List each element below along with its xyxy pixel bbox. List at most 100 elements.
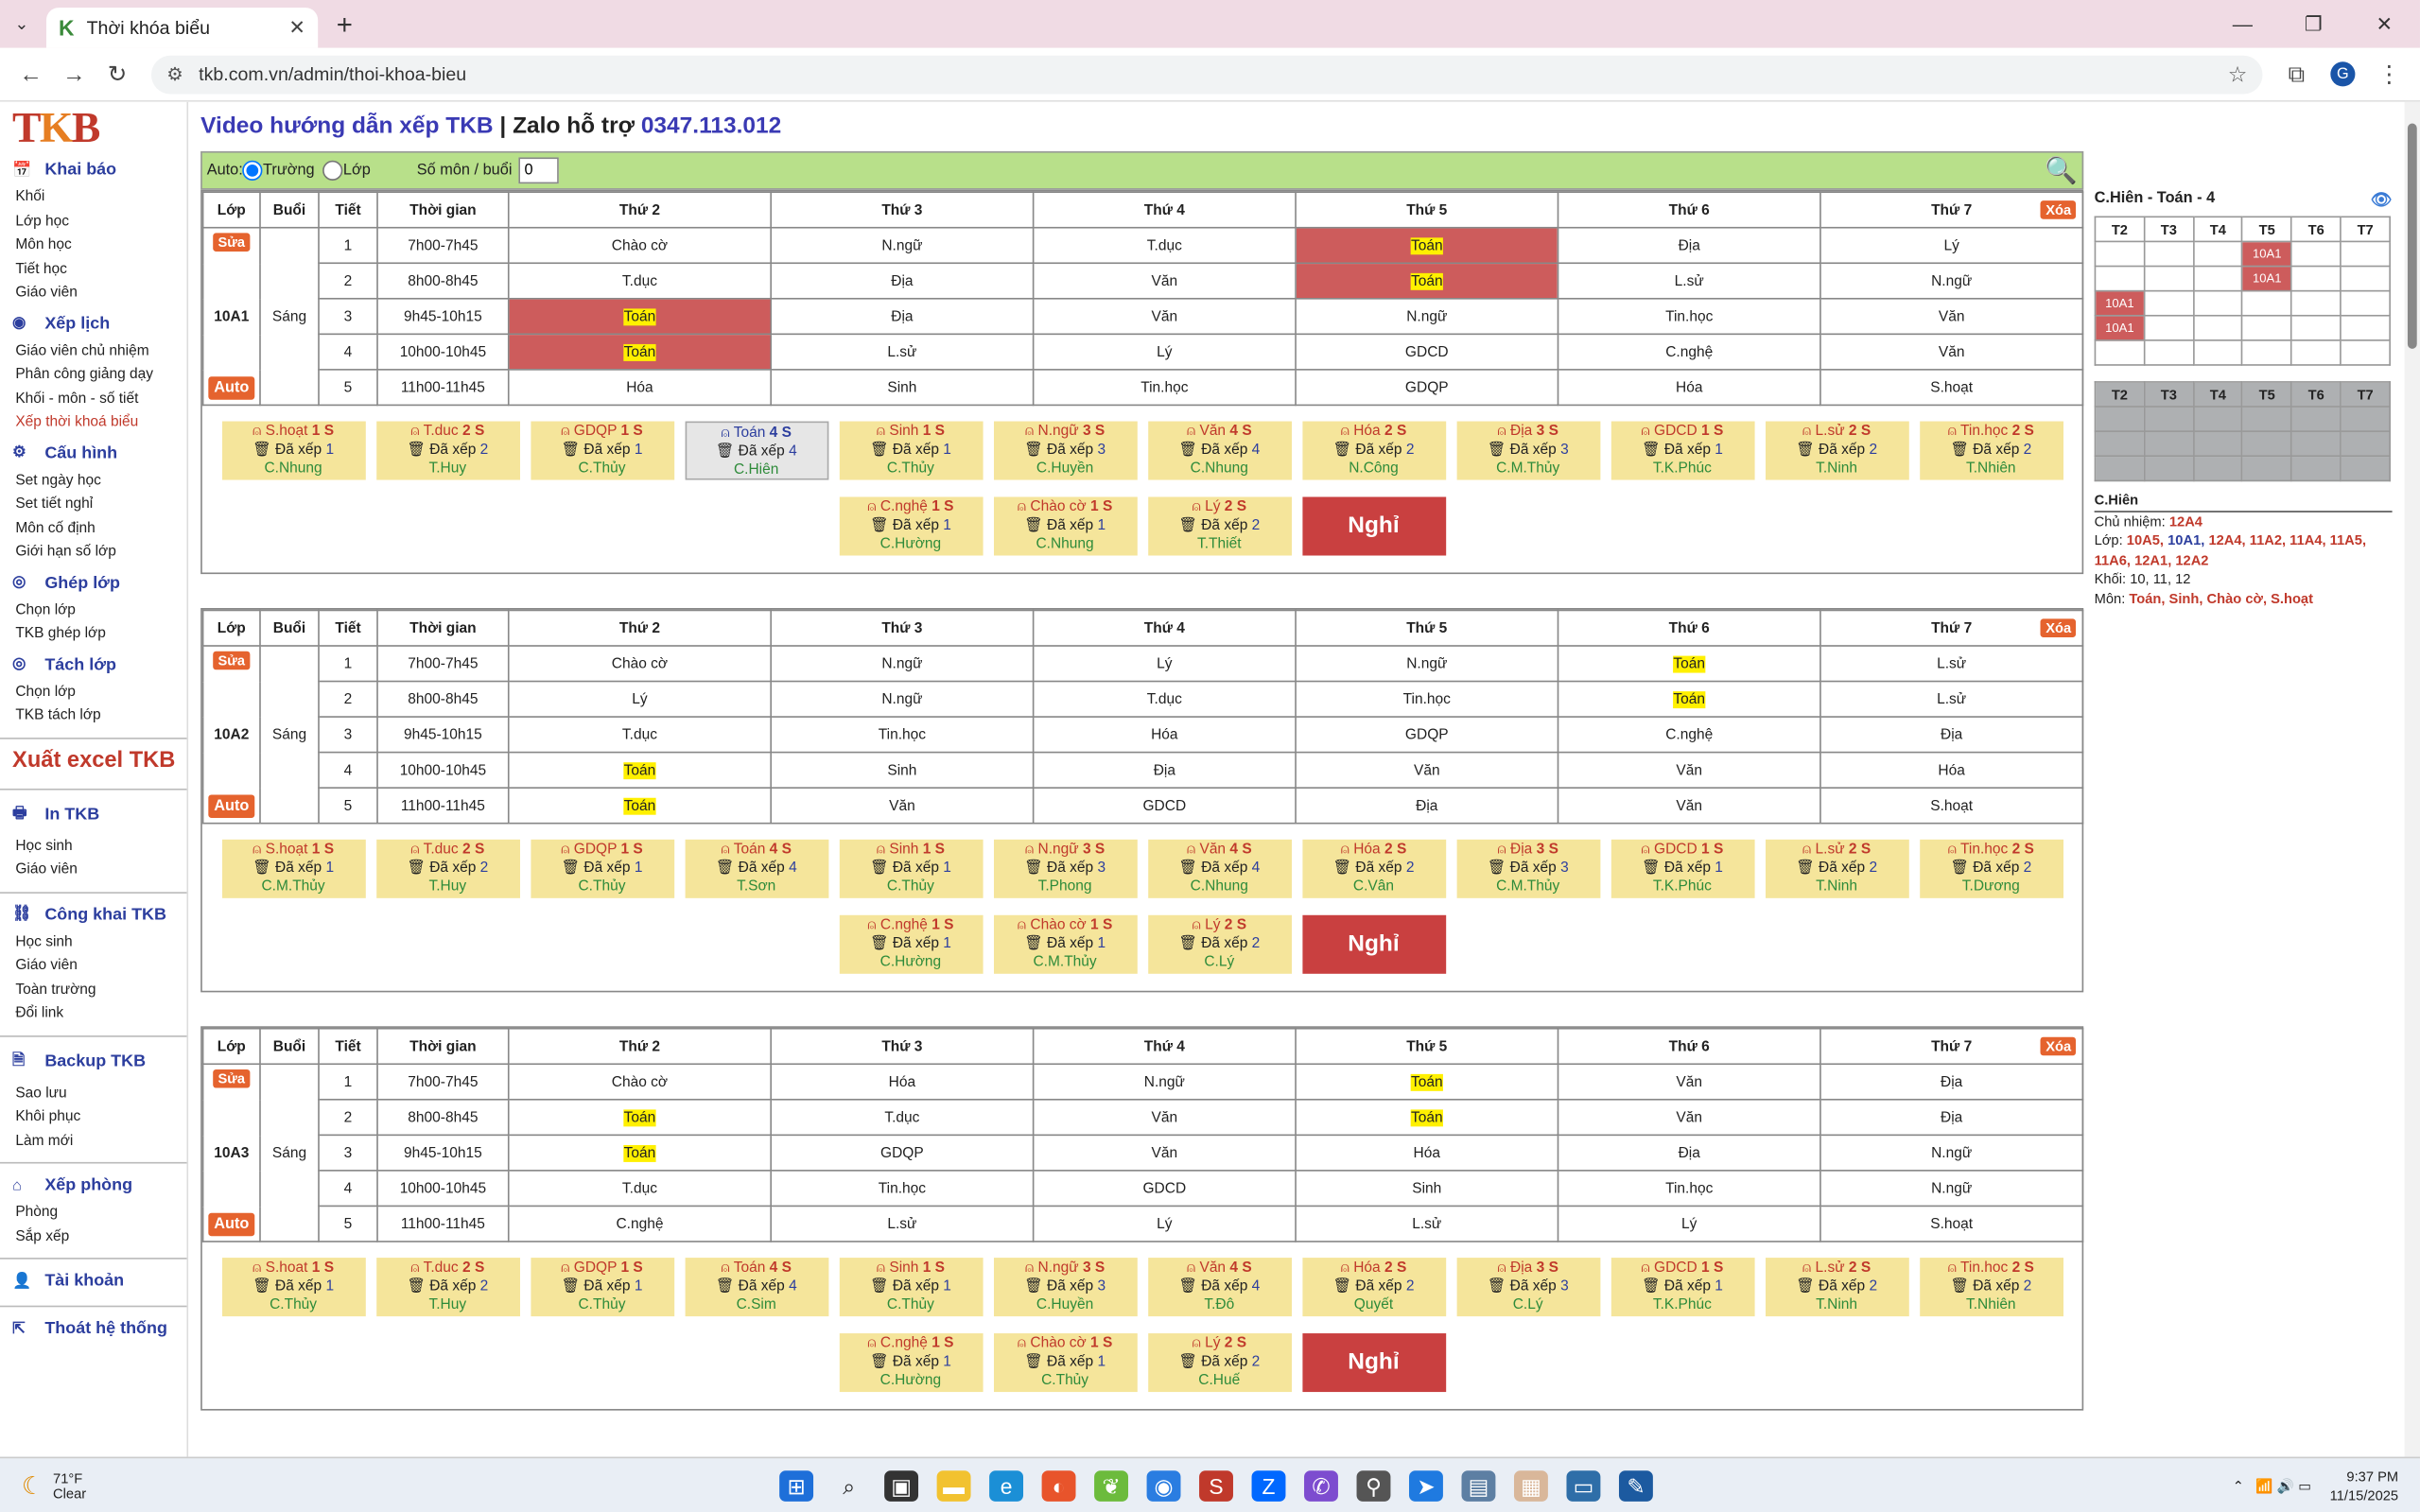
mini-cell[interactable] [2290,314,2342,341]
auto-button[interactable]: Auto [207,376,255,400]
mini-cell[interactable] [2094,339,2146,366]
subject-cell[interactable]: N.ngữ [1819,1170,2084,1208]
file-explorer-icon[interactable]: ▬ [936,1470,971,1502]
subject-cell[interactable]: Lý [1032,1205,1297,1243]
tray-chevron-icon[interactable]: ⌃ [2233,1478,2244,1495]
trash-icon[interactable]: 🗑 [1178,442,1197,459]
sidebar-item-xeplich-2[interactable]: Khối - môn - số tiết [0,387,186,410]
sidebar-item-congkhai-3[interactable]: Đổi link [0,1001,186,1025]
clock[interactable]: 9:37 PM 11/15/2025 [2330,1468,2398,1504]
subject-cell[interactable]: Lý [1557,1205,1821,1243]
trash-icon[interactable]: 🗑 [1796,860,1815,877]
subject-cell[interactable]: Tin.học [1032,369,1297,407]
delete-button[interactable]: Xóa [2041,618,2077,638]
edit-button[interactable]: Sửa [213,651,251,670]
mini-cell[interactable] [2192,406,2244,432]
subject-card[interactable]: ⍝ GDCD 1 S 🗑 Đã xếp 1 T.K.Phúc [1610,1258,1754,1317]
subject-cell[interactable]: Địa [1032,751,1297,789]
subject-cell[interactable]: Toán [507,297,772,336]
subject-cell[interactable]: GDQP [1295,369,1559,407]
subject-cell[interactable]: Văn [1557,1063,1821,1101]
trash-icon[interactable]: 🗑 [1796,442,1815,459]
page-scrollbar[interactable] [2404,101,2420,1457]
mini-cell[interactable] [2340,289,2391,317]
trash-icon[interactable]: 🗑 [1024,442,1043,459]
sidebar-section-gheplop[interactable]: ◎ Ghép lớp [0,564,186,598]
subject-cell[interactable]: Tin.học [1557,1170,1821,1208]
subject-card[interactable]: ⍝ Hóa 2 S 🗑 Đã xếp 2 C.Vân [1301,839,1446,898]
mini-cell[interactable] [2143,314,2195,341]
trash-icon[interactable]: 🗑 [870,442,889,459]
subject-cell[interactable]: N.ngữ [1295,645,1559,683]
app-leaf-icon[interactable]: ❦ [1094,1470,1128,1502]
delete-button[interactable]: Xóa [2041,200,2077,219]
edge-icon[interactable]: e [989,1470,1024,1502]
extensions-icon[interactable]: ⧉ [2275,61,2319,87]
mini-cell[interactable] [2094,406,2146,432]
subject-cell[interactable]: T.dục [507,1170,772,1208]
mini-cell[interactable] [2192,240,2244,268]
subject-cell[interactable]: N.ngữ [1819,1134,2084,1172]
sidebar-item-congkhai-2[interactable]: Toàn trường [0,978,186,1001]
sidebar-section-tachlop[interactable]: ◎ Tách lớp [0,646,186,680]
trash-icon[interactable]: 🗑 [716,860,735,877]
trash-icon[interactable]: 🗑 [407,1277,426,1295]
app-photo-icon[interactable]: ▦ [1513,1470,1548,1502]
back-icon[interactable]: ← [9,61,53,87]
subject-card[interactable]: ⍝ Văn 4 S 🗑 Đã xếp 4 T.Đô [1147,1258,1292,1317]
mini-cell[interactable] [2192,430,2244,458]
sidebar-item-xeplich-1[interactable]: Phân công giảng dạy [0,363,186,387]
subject-cell[interactable]: Văn [1032,1134,1297,1172]
subject-cell[interactable]: Toán [1295,1098,1559,1137]
mini-cell[interactable] [2094,430,2146,458]
sidebar-section-backup[interactable]: 🗎 Backup TKB [0,1039,186,1081]
subject-card[interactable]: ⍝ Địa 3 S 🗑 Đã xếp 3 C.Lý [1455,1258,1600,1317]
subject-cell[interactable]: C.nghệ [507,1205,772,1243]
subject-cell[interactable]: Địa [1819,716,2084,754]
mini-cell[interactable] [2143,339,2195,366]
subject-cell[interactable]: Lý [1819,226,2084,265]
subject-cell[interactable]: Văn [1032,297,1297,336]
subject-cell[interactable]: N.ngữ [1295,297,1559,336]
sidebar-section-xeplich[interactable]: ◉ Xếp lịch [0,304,186,339]
subject-cell[interactable]: Toán [1295,1063,1559,1101]
mini-cell[interactable]: 10A1 [2241,240,2293,268]
mini-cell[interactable] [2143,289,2195,317]
subject-card[interactable]: ⍝ Địa 3 S 🗑 Đã xếp 3 C.M.Thủy [1455,421,1600,480]
subject-card[interactable]: ⍝ GDCD 1 S 🗑 Đã xếp 1 T.K.Phúc [1610,839,1754,898]
subject-cell[interactable]: L.sử [770,1205,1035,1243]
trash-icon[interactable]: 🗑 [870,934,889,951]
sublime-icon[interactable]: S [1199,1470,1233,1502]
subject-cell[interactable]: Lý [1032,645,1297,683]
subject-cell[interactable]: Chào cờ [507,1063,772,1101]
subject-card[interactable]: ⍝ L.sử 2 S 🗑 Đã xếp 2 T.Ninh [1765,421,1908,480]
trash-icon[interactable]: 🗑 [1950,442,1969,459]
subject-card[interactable]: ⍝ Lý 2 S 🗑 Đã xếp 2 C.Lý [1147,913,1292,973]
subject-cell[interactable]: GDCD [1032,787,1297,825]
trash-icon[interactable]: 🗑 [1178,516,1197,533]
trash-icon[interactable]: 🗑 [252,860,271,877]
sidebar-item-khaibao-4[interactable]: Giáo viên [0,281,186,304]
mini-cell[interactable]: 10A1 [2094,314,2146,341]
zalo-icon[interactable]: Z [1251,1470,1286,1502]
subject-cell[interactable]: Hóa [1295,1134,1559,1172]
subject-card[interactable]: ⍝ Hóa 2 S 🗑 Đã xếp 2 N.Công [1301,421,1446,480]
trash-icon[interactable]: 🗑 [870,1352,889,1369]
sidebar-section-cauhinh[interactable]: ⚙ Cấu hình [0,434,186,468]
subject-cell[interactable]: C.nghệ [1557,716,1821,754]
subject-cell[interactable]: Tin.học [770,1170,1035,1208]
subject-card[interactable]: ⍝ Sinh 1 S 🗑 Đã xếp 1 C.Thủy [838,1258,983,1317]
subject-cell[interactable]: Địa [1819,1098,2084,1137]
subject-cell[interactable]: Tin.học [1557,297,1821,336]
trash-icon[interactable]: 🗑 [1950,860,1969,877]
app-tool-icon[interactable]: ✎ [1618,1470,1653,1502]
subject-cell[interactable]: S.hoạt [1819,787,2084,825]
app-screen-icon[interactable]: ▭ [1566,1470,1601,1502]
subject-card[interactable]: ⍝ L.sử 2 S 🗑 Đã xếp 2 T.Ninh [1765,839,1908,898]
trash-icon[interactable]: 🗑 [1024,934,1043,951]
browser-tab[interactable]: K Thời khóa biểu ✕ [45,8,319,48]
remote-desktop-icon[interactable]: ▤ [1461,1470,1496,1502]
radio-truong[interactable] [242,160,264,181]
subject-cell[interactable]: Toán [507,333,772,371]
mini-cell[interactable] [2290,430,2342,458]
